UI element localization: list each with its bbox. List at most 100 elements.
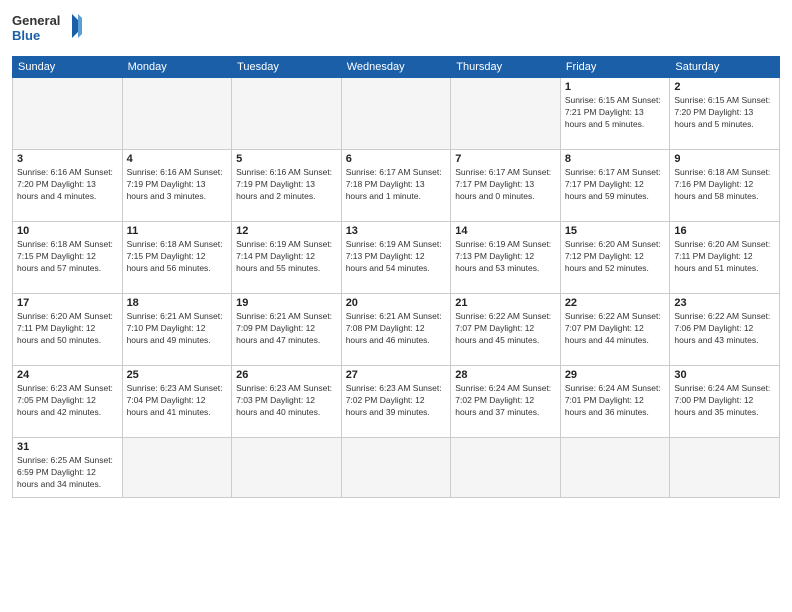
day-info: Sunrise: 6:21 AM Sunset: 7:08 PM Dayligh… (346, 311, 447, 347)
day-info: Sunrise: 6:16 AM Sunset: 7:19 PM Dayligh… (236, 167, 337, 203)
day-number: 23 (674, 297, 775, 309)
day-number: 31 (17, 441, 118, 453)
day-info: Sunrise: 6:16 AM Sunset: 7:19 PM Dayligh… (127, 167, 228, 203)
calendar-cell: 18 Sunrise: 6:21 AM Sunset: 7:10 PM Dayli… (122, 294, 232, 366)
calendar-cell: 10 Sunrise: 6:18 AM Sunset: 7:15 PM Dayli… (13, 222, 123, 294)
calendar-cell: 17 Sunrise: 6:20 AM Sunset: 7:11 PM Dayli… (13, 294, 123, 366)
calendar-cell: 23Sunrise: 6:22 AM Sunset: 7:06 PM Dayli… (670, 294, 780, 366)
day-number: 28 (455, 369, 556, 381)
day-info: Sunrise: 6:23 AM Sunset: 7:02 PM Dayligh… (346, 383, 447, 419)
calendar-cell (122, 78, 232, 150)
day-number: 25 (127, 369, 228, 381)
day-number: 6 (346, 153, 447, 165)
day-number: 30 (674, 369, 775, 381)
day-info: Sunrise: 6:17 AM Sunset: 7:18 PM Dayligh… (346, 167, 447, 203)
day-number: 26 (236, 369, 337, 381)
day-info: Sunrise: 6:19 AM Sunset: 7:13 PM Dayligh… (455, 239, 556, 275)
calendar-header: SundayMondayTuesdayWednesdayThursdayFrid… (13, 57, 780, 78)
calendar-week-3: 10 Sunrise: 6:18 AM Sunset: 7:15 PM Dayli… (13, 222, 780, 294)
calendar-cell: 15 Sunrise: 6:20 AM Sunset: 7:12 PM Dayli… (560, 222, 670, 294)
day-info: Sunrise: 6:24 AM Sunset: 7:00 PM Dayligh… (674, 383, 775, 419)
day-info: Sunrise: 6:15 AM Sunset: 7:20 PM Dayligh… (674, 95, 775, 131)
day-number: 15 (565, 225, 666, 237)
page-header: General Blue (12, 10, 780, 48)
calendar-cell: 22 Sunrise: 6:22 AM Sunset: 7:07 PM Dayli… (560, 294, 670, 366)
day-number: 17 (17, 297, 118, 309)
day-info: Sunrise: 6:24 AM Sunset: 7:01 PM Dayligh… (565, 383, 666, 419)
day-info: Sunrise: 6:17 AM Sunset: 7:17 PM Dayligh… (565, 167, 666, 203)
day-number: 18 (127, 297, 228, 309)
calendar-cell: 3Sunrise: 6:16 AM Sunset: 7:20 PM Daylig… (13, 150, 123, 222)
calendar-cell (560, 438, 670, 498)
calendar-cell: 13Sunrise: 6:19 AM Sunset: 7:13 PM Dayli… (341, 222, 451, 294)
day-info: Sunrise: 6:23 AM Sunset: 7:04 PM Dayligh… (127, 383, 228, 419)
calendar-cell: 16 Sunrise: 6:20 AM Sunset: 7:11 PM Dayli… (670, 222, 780, 294)
calendar-cell (13, 78, 123, 150)
calendar-body: 1Sunrise: 6:15 AM Sunset: 7:21 PM Daylig… (13, 78, 780, 498)
weekday-header-sunday: Sunday (13, 57, 123, 78)
calendar-cell: 25 Sunrise: 6:23 AM Sunset: 7:04 PM Dayli… (122, 366, 232, 438)
day-number: 21 (455, 297, 556, 309)
weekday-header-thursday: Thursday (451, 57, 561, 78)
day-info: Sunrise: 6:21 AM Sunset: 7:10 PM Dayligh… (127, 311, 228, 347)
day-number: 5 (236, 153, 337, 165)
day-number: 14 (455, 225, 556, 237)
weekday-row: SundayMondayTuesdayWednesdayThursdayFrid… (13, 57, 780, 78)
calendar-week-4: 17 Sunrise: 6:20 AM Sunset: 7:11 PM Dayli… (13, 294, 780, 366)
calendar-cell (451, 78, 561, 150)
day-number: 19 (236, 297, 337, 309)
day-number: 16 (674, 225, 775, 237)
day-info: Sunrise: 6:19 AM Sunset: 7:13 PM Dayligh… (346, 239, 447, 275)
day-info: Sunrise: 6:20 AM Sunset: 7:12 PM Dayligh… (565, 239, 666, 275)
calendar-week-1: 1Sunrise: 6:15 AM Sunset: 7:21 PM Daylig… (13, 78, 780, 150)
day-number: 22 (565, 297, 666, 309)
calendar-table: SundayMondayTuesdayWednesdayThursdayFrid… (12, 56, 780, 498)
calendar-cell: 8 Sunrise: 6:17 AM Sunset: 7:17 PM Daylig… (560, 150, 670, 222)
calendar-cell (341, 438, 451, 498)
day-info: Sunrise: 6:18 AM Sunset: 7:16 PM Dayligh… (674, 167, 775, 203)
day-number: 9 (674, 153, 775, 165)
calendar-week-6: 31 Sunrise: 6:25 AM Sunset: 6:59 PM Dayli… (13, 438, 780, 498)
logo-svg: General Blue (12, 10, 82, 48)
calendar-cell: 27 Sunrise: 6:23 AM Sunset: 7:02 PM Dayli… (341, 366, 451, 438)
calendar-cell: 21 Sunrise: 6:22 AM Sunset: 7:07 PM Dayli… (451, 294, 561, 366)
day-info: Sunrise: 6:23 AM Sunset: 7:05 PM Dayligh… (17, 383, 118, 419)
calendar-cell: 7 Sunrise: 6:17 AM Sunset: 7:17 PM Daylig… (451, 150, 561, 222)
day-info: Sunrise: 6:25 AM Sunset: 6:59 PM Dayligh… (17, 455, 118, 491)
day-info: Sunrise: 6:22 AM Sunset: 7:07 PM Dayligh… (565, 311, 666, 347)
day-number: 4 (127, 153, 228, 165)
day-number: 27 (346, 369, 447, 381)
day-info: Sunrise: 6:23 AM Sunset: 7:03 PM Dayligh… (236, 383, 337, 419)
day-number: 2 (674, 81, 775, 93)
calendar-cell: 6 Sunrise: 6:17 AM Sunset: 7:18 PM Daylig… (341, 150, 451, 222)
day-info: Sunrise: 6:20 AM Sunset: 7:11 PM Dayligh… (17, 311, 118, 347)
day-number: 29 (565, 369, 666, 381)
calendar-cell: 9 Sunrise: 6:18 AM Sunset: 7:16 PM Daylig… (670, 150, 780, 222)
calendar-cell: 19 Sunrise: 6:21 AM Sunset: 7:09 PM Dayli… (232, 294, 342, 366)
calendar-cell (451, 438, 561, 498)
calendar-cell (122, 438, 232, 498)
day-info: Sunrise: 6:18 AM Sunset: 7:15 PM Dayligh… (127, 239, 228, 275)
day-number: 7 (455, 153, 556, 165)
day-info: Sunrise: 6:17 AM Sunset: 7:17 PM Dayligh… (455, 167, 556, 203)
calendar-week-5: 24Sunrise: 6:23 AM Sunset: 7:05 PM Dayli… (13, 366, 780, 438)
day-info: Sunrise: 6:18 AM Sunset: 7:15 PM Dayligh… (17, 239, 118, 275)
calendar-cell: 12Sunrise: 6:19 AM Sunset: 7:14 PM Dayli… (232, 222, 342, 294)
day-info: Sunrise: 6:22 AM Sunset: 7:07 PM Dayligh… (455, 311, 556, 347)
calendar-cell (232, 438, 342, 498)
day-number: 10 (17, 225, 118, 237)
day-info: Sunrise: 6:24 AM Sunset: 7:02 PM Dayligh… (455, 383, 556, 419)
day-number: 11 (127, 225, 228, 237)
day-number: 8 (565, 153, 666, 165)
calendar-cell: 1Sunrise: 6:15 AM Sunset: 7:21 PM Daylig… (560, 78, 670, 150)
weekday-header-saturday: Saturday (670, 57, 780, 78)
day-info: Sunrise: 6:20 AM Sunset: 7:11 PM Dayligh… (674, 239, 775, 275)
calendar-cell: 30 Sunrise: 6:24 AM Sunset: 7:00 PM Dayli… (670, 366, 780, 438)
day-info: Sunrise: 6:21 AM Sunset: 7:09 PM Dayligh… (236, 311, 337, 347)
calendar-cell: 11 Sunrise: 6:18 AM Sunset: 7:15 PM Dayli… (122, 222, 232, 294)
calendar-cell: 2 Sunrise: 6:15 AM Sunset: 7:20 PM Daylig… (670, 78, 780, 150)
day-info: Sunrise: 6:19 AM Sunset: 7:14 PM Dayligh… (236, 239, 337, 275)
calendar-cell: 28 Sunrise: 6:24 AM Sunset: 7:02 PM Dayli… (451, 366, 561, 438)
weekday-header-friday: Friday (560, 57, 670, 78)
calendar-cell (670, 438, 780, 498)
